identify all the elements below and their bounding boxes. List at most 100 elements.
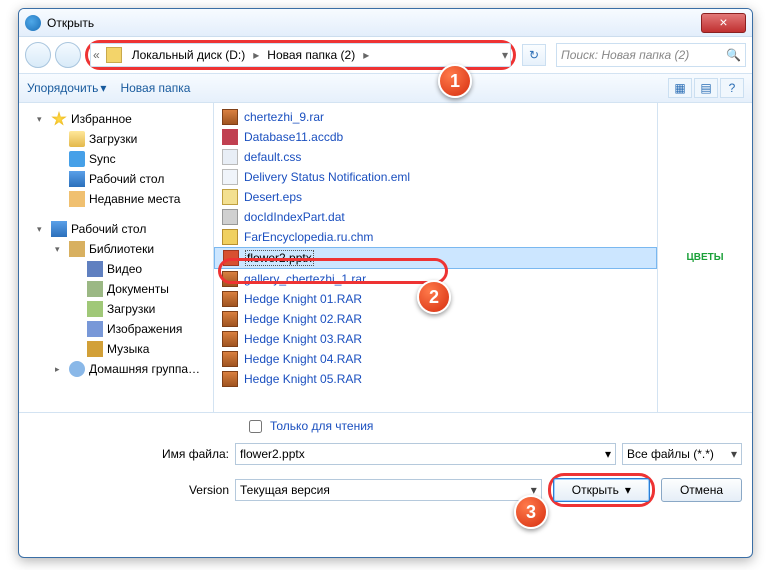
sidebar-item[interactable]: Рабочий стол [19, 169, 213, 189]
db-file-icon [222, 129, 238, 145]
sidebar-item[interactable]: ▾ Библиотеки [19, 239, 213, 259]
file-item[interactable]: Delivery Status Notification.eml [214, 167, 657, 187]
sidebar-item-label: Документы [107, 282, 169, 296]
sidebar-item[interactable]: Недавние места [19, 189, 213, 209]
file-item[interactable]: docIdIndexPart.dat [214, 207, 657, 227]
filename-row: Имя файла: flower2.pptx ▾ Все файлы (*.*… [19, 439, 752, 469]
file-name: Hedge Knight 02.RAR [244, 312, 362, 326]
file-name: default.css [244, 150, 301, 164]
sidebar-item-label: Библиотеки [89, 242, 154, 256]
readonly-checkbox[interactable] [249, 420, 262, 433]
sidebar-item-label: Домашняя группа… [89, 362, 200, 376]
expand-icon[interactable]: ▾ [37, 224, 47, 235]
sidebar-item-label: Видео [107, 262, 142, 276]
mus-icon [87, 341, 103, 357]
file-item[interactable]: Database11.accdb [214, 127, 657, 147]
view-icons-button[interactable]: ▦ [668, 78, 692, 98]
rar-file-icon [222, 371, 238, 387]
search-input[interactable]: Поиск: Новая папка (2) 🔍 [556, 43, 746, 67]
filename-dropdown-icon[interactable]: ▾ [605, 447, 611, 461]
file-name: docIdIndexPart.dat [244, 210, 345, 224]
img-icon [87, 321, 103, 337]
file-name: gallery_chertezhi_1.rar [244, 272, 366, 286]
file-item[interactable]: Hedge Knight 03.RAR [214, 329, 657, 349]
version-label: Version [29, 483, 229, 497]
file-item[interactable]: flower2.pptx [214, 247, 657, 269]
close-button[interactable]: × [701, 13, 746, 33]
organize-menu[interactable]: Упорядочить ▾ [27, 81, 106, 95]
annotation-badge-2: 2 [417, 280, 451, 314]
sidebar-item[interactable]: ▾ Избранное [19, 109, 213, 129]
chevron-down-icon: ▾ [731, 447, 737, 461]
refresh-button[interactable]: ↻ [522, 44, 546, 66]
rar-file-icon [222, 331, 238, 347]
file-name: Hedge Knight 04.RAR [244, 352, 362, 366]
lib-icon [69, 241, 85, 257]
open-button[interactable]: Открыть ▾ [553, 478, 650, 502]
sidebar-item[interactable]: ▸ Домашняя группа… [19, 359, 213, 379]
sidebar-item[interactable]: Документы [19, 279, 213, 299]
doc-icon [87, 281, 103, 297]
desk-icon [51, 221, 67, 237]
vid-icon [87, 261, 103, 277]
forward-button[interactable] [55, 42, 81, 68]
sidebar-item[interactable]: Загрузки [19, 299, 213, 319]
chevron-right-icon[interactable]: ▸ [251, 48, 261, 62]
readonly-row: Только для чтения [19, 413, 752, 439]
sidebar-item[interactable]: Загрузки [19, 129, 213, 149]
open-button-highlight: Открыть ▾ [548, 473, 655, 507]
chm-file-icon [222, 229, 238, 245]
sidebar-item-label: Sync [89, 152, 116, 166]
breadcrumb[interactable]: Новая папка (2) [261, 48, 361, 62]
filename-input[interactable]: flower2.pptx ▾ [235, 443, 616, 465]
expand-icon[interactable]: ▸ [55, 364, 65, 375]
dat-file-icon [222, 209, 238, 225]
file-item[interactable]: default.css [214, 147, 657, 167]
version-combo[interactable]: Текущая версия ▾ [235, 479, 542, 501]
address-dropdown-icon[interactable]: ▾ [500, 48, 510, 62]
address-bar[interactable]: « Локальный диск (D:) ▸ Новая папка (2) … [90, 43, 511, 67]
sidebar-item[interactable]: ▾Рабочий стол [19, 219, 213, 239]
rar-file-icon [222, 271, 238, 287]
back-button[interactable] [25, 42, 51, 68]
file-list[interactable]: chertezhi_9.rar Database11.accdb default.c… [214, 103, 657, 412]
file-name: Delivery Status Notification.eml [244, 170, 410, 184]
cancel-button[interactable]: Отмена [661, 478, 742, 502]
file-name: Database11.accdb [244, 130, 343, 144]
sidebar-item-label: Избранное [71, 112, 132, 126]
chevron-right-icon[interactable]: ▸ [361, 48, 371, 62]
sidebar-item[interactable]: Изображения [19, 319, 213, 339]
chevron-down-icon: ▾ [625, 483, 631, 497]
file-item[interactable]: Hedge Knight 04.RAR [214, 349, 657, 369]
rar-file-icon [222, 311, 238, 327]
sidebar-item-label: Загрузки [107, 302, 155, 316]
annotation-badge-3: 3 [514, 495, 548, 529]
version-row: Version Текущая версия ▾ Открыть ▾ Отмен… [19, 469, 752, 511]
expand-icon[interactable]: ▾ [55, 244, 65, 255]
file-name: Hedge Knight 03.RAR [244, 332, 362, 346]
view-list-button[interactable]: ▤ [694, 78, 718, 98]
address-overflow-icon[interactable]: « [91, 48, 102, 62]
sidebar-tree[interactable]: ▾ Избранное Загрузки Sync Рабочий стол Недавн… [19, 103, 214, 412]
file-item[interactable]: Desert.eps [214, 187, 657, 207]
sidebar-item-label: Недавние места [89, 192, 180, 206]
readonly-label: Только для чтения [270, 419, 373, 433]
sidebar-item-label: Рабочий стол [89, 172, 164, 186]
new-folder-button[interactable]: Новая папка [120, 81, 190, 95]
breadcrumb[interactable]: Локальный диск (D:) [126, 48, 252, 62]
sidebar-item-label: Музыка [107, 342, 149, 356]
file-item[interactable]: FarEncyclopedia.ru.chm [214, 227, 657, 247]
help-button[interactable]: ? [720, 78, 744, 98]
filetype-combo[interactable]: Все файлы (*.*) ▾ [622, 443, 742, 465]
search-icon[interactable]: 🔍 [726, 48, 741, 62]
expand-icon[interactable]: ▾ [37, 114, 47, 125]
dl-icon [87, 301, 103, 317]
file-item[interactable]: chertezhi_9.rar [214, 107, 657, 127]
home-icon [69, 361, 85, 377]
file-name: FarEncyclopedia.ru.chm [244, 230, 373, 244]
open-file-dialog: Открыть × « Локальный диск (D:) ▸ Новая … [18, 8, 753, 558]
sidebar-item[interactable]: Видео [19, 259, 213, 279]
sidebar-item[interactable]: Sync [19, 149, 213, 169]
sidebar-item[interactable]: Музыка [19, 339, 213, 359]
file-item[interactable]: Hedge Knight 05.RAR [214, 369, 657, 389]
